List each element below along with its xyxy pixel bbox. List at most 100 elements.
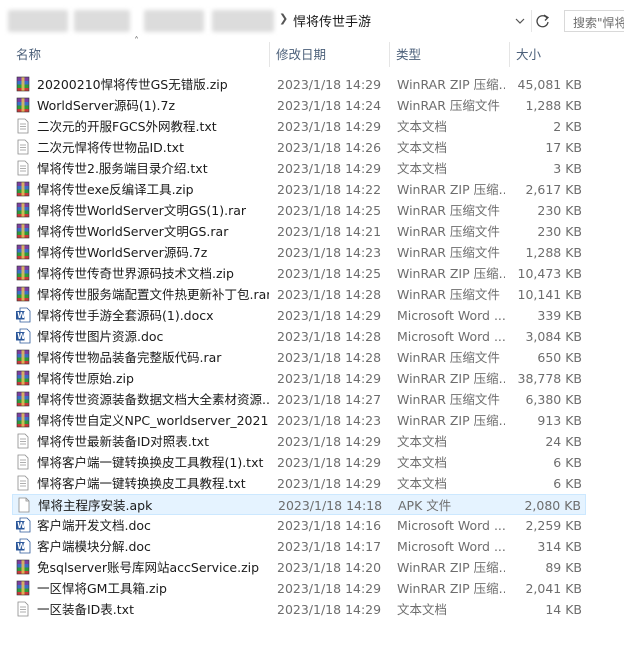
file-date: 2023/1/18 14:17 (277, 539, 382, 554)
file-size: 1,288 KB (525, 245, 582, 260)
file-name: 悍将传世WorldServer文明GS.rar (37, 224, 229, 239)
column-header-name[interactable]: 名称 (10, 42, 270, 67)
file-row[interactable]: 悍将传世exe反编译工具.zip 2023/1/18 14:22 WinRAR ZI… (12, 179, 586, 200)
svg-text:W: W (17, 521, 26, 530)
file-size: 38,778 KB (517, 371, 582, 386)
word-document-icon: W (15, 538, 31, 554)
file-size: 2 KB (553, 119, 582, 134)
file-row[interactable]: 二次元的开服FGCS外网教程.txt 2023/1/18 14:29 文本文档 2 K… (12, 116, 586, 137)
text-document-icon (15, 433, 31, 449)
file-type: 文本文档 (397, 455, 448, 470)
file-size: 45,081 KB (517, 77, 582, 92)
file-date: 2023/1/18 14:20 (277, 560, 382, 575)
file-row[interactable]: 悍将传世服务端配置文件热更新补丁包.rar 2023/1/18 14:28 WinR… (12, 284, 586, 305)
file-type: WinRAR ZIP 压缩... (397, 182, 505, 197)
file-row[interactable]: 悍将传世自定义NPC_worldserver_2021... 2023/1/18 … (12, 410, 586, 431)
winrar-archive-icon (15, 223, 31, 239)
address-bar: ❯ 悍将传世手游 搜索"悍将 (0, 0, 624, 40)
file-name: 悍将主程序安装.apk (38, 498, 153, 513)
blurred-path-segment (144, 10, 204, 32)
file-date: 2023/1/18 14:29 (277, 602, 382, 617)
file-date: 2023/1/18 14:25 (277, 203, 382, 218)
file-row[interactable]: W 客户端开发文档.doc 2023/1/18 14:16 Microsoft Wor… (12, 515, 586, 536)
text-document-icon (15, 160, 31, 176)
file-row[interactable]: 二次元悍将传世物品ID.txt 2023/1/18 14:26 文本文档 17 KB (12, 137, 586, 158)
file-size: 10,141 KB (517, 287, 582, 302)
file-date: 2023/1/18 14:29 (277, 476, 382, 491)
file-type: Microsoft Word ... (397, 539, 505, 554)
file-row[interactable]: W 客户端模块分解.doc 2023/1/18 14:17 Microsoft Wor… (12, 536, 586, 557)
breadcrumb-chevron-icon[interactable]: ❯ (279, 12, 288, 25)
file-row[interactable]: W 悍将传世图片资源.doc 2023/1/18 14:28 Microsoft Wo… (12, 326, 586, 347)
refresh-icon[interactable] (531, 10, 554, 32)
file-row[interactable]: W 悍将传世手游全套源码(1).docx 2023/1/18 14:29 Micros… (12, 305, 586, 326)
file-row[interactable]: 悍将传世最新装备ID对照表.txt 2023/1/18 14:29 文本文档 24 K… (12, 431, 586, 452)
file-name: 免sqlserver账号库网站accService.zip (37, 560, 260, 575)
file-size: 230 KB (537, 203, 582, 218)
file-name: 悍将传世物品装备完整版代码.rar (37, 350, 222, 365)
file-name: 一区装备ID表.txt (37, 602, 134, 617)
file-row[interactable]: 悍将客户端一键转换换皮工具教程.txt 2023/1/18 14:29 文本文档 6 … (12, 473, 586, 494)
text-document-icon (15, 139, 31, 155)
file-name: 悍将传世图片资源.doc (37, 329, 164, 344)
winrar-archive-icon (15, 370, 31, 386)
search-input[interactable]: 搜索"悍将 (564, 10, 624, 32)
file-row[interactable]: 悍将主程序安装.apk 2023/1/18 14:18 APK 文件 2,080 KB (12, 494, 586, 515)
file-type: Microsoft Word ... (397, 329, 505, 344)
column-header-type[interactable]: 类型 (390, 42, 510, 67)
file-row[interactable]: 悍将传世原始.zip 2023/1/18 14:29 WinRAR ZIP 压缩..… (12, 368, 586, 389)
winrar-archive-icon (15, 580, 31, 596)
file-date: 2023/1/18 14:23 (277, 245, 382, 260)
file-name: 悍将传世原始.zip (37, 371, 134, 386)
file-date: 2023/1/18 14:29 (277, 119, 382, 134)
file-name: 一区悍将GM工具箱.zip (37, 581, 167, 596)
address-dropdown-icon[interactable] (512, 14, 528, 28)
file-date: 2023/1/18 14:29 (277, 371, 382, 386)
text-document-icon (15, 475, 31, 491)
file-name: 客户端开发文档.doc (37, 518, 151, 533)
file-type: WinRAR 压缩文件 (397, 245, 500, 260)
file-row[interactable]: 免sqlserver账号库网站accService.zip 2023/1/18 1… (12, 557, 586, 578)
file-type: WinRAR 压缩文件 (397, 350, 500, 365)
svg-text:W: W (17, 311, 26, 320)
file-type: WinRAR ZIP 压缩... (397, 560, 505, 575)
file-row[interactable]: 悍将传世物品装备完整版代码.rar 2023/1/18 14:28 WinRAR 压… (12, 347, 586, 368)
file-size: 6 KB (553, 455, 582, 470)
winrar-archive-icon (15, 391, 31, 407)
breadcrumb-current-folder[interactable]: 悍将传世手游 (293, 11, 371, 30)
file-row[interactable]: 悍将客户端一键转换换皮工具教程(1).txt 2023/1/18 14:29 文本文… (12, 452, 586, 473)
text-document-icon (15, 118, 31, 134)
file-size: 2,259 KB (525, 518, 582, 533)
file-row[interactable]: 悍将传世WorldServer文明GS(1).rar 2023/1/18 14:2… (12, 200, 586, 221)
winrar-archive-icon (15, 244, 31, 260)
file-size: 2,041 KB (525, 581, 582, 596)
file-row[interactable]: 悍将传世传奇世界源码技术文档.zip 2023/1/18 14:25 WinRAR … (12, 263, 586, 284)
file-size: 6 KB (553, 476, 582, 491)
column-header-date[interactable]: 修改日期 (270, 42, 390, 67)
file-row[interactable]: 一区悍将GM工具箱.zip 2023/1/18 14:29 WinRAR ZIP 压… (12, 578, 586, 599)
file-row[interactable]: WorldServer源码(1).7z 2023/1/18 14:24 WinRAR… (12, 95, 586, 116)
file-size: 913 KB (537, 413, 582, 428)
file-type: 文本文档 (397, 161, 448, 176)
file-type: WinRAR ZIP 压缩... (397, 266, 505, 281)
file-type: WinRAR ZIP 压缩... (397, 371, 505, 386)
file-size: 230 KB (537, 224, 582, 239)
file-type: WinRAR ZIP 压缩... (397, 413, 505, 428)
file-type: 文本文档 (397, 476, 448, 491)
file-name: 悍将客户端一键转换换皮工具教程(1).txt (37, 455, 264, 470)
file-row[interactable]: 悍将传世资源装备数据文档大全素材资源... 2023/1/18 14:27 WinR… (12, 389, 586, 410)
file-date: 2023/1/18 14:23 (277, 413, 382, 428)
file-row[interactable]: 悍将传世WorldServer文明GS.rar 2023/1/18 14:21 Wi… (12, 221, 586, 242)
file-name: 悍将传世手游全套源码(1).docx (37, 308, 214, 323)
file-name: 悍将传世WorldServer源码.7z (37, 245, 208, 260)
svg-text:W: W (17, 332, 26, 341)
file-row[interactable]: 20200210悍将传世GS无错版.zip 2023/1/18 14:29 WinR… (12, 74, 586, 95)
file-row[interactable]: 悍将传世2.服务端目录介绍.txt 2023/1/18 14:29 文本文档 3 KB (12, 158, 586, 179)
file-row[interactable]: 悍将传世WorldServer源码.7z 2023/1/18 14:23 WinRA… (12, 242, 586, 263)
file-date: 2023/1/18 14:29 (277, 77, 382, 92)
file-name: 悍将客户端一键转换换皮工具教程.txt (37, 476, 246, 491)
file-row[interactable]: 一区装备ID表.txt 2023/1/18 14:29 文本文档 14 KB (12, 599, 586, 620)
file-size: 3 KB (553, 161, 582, 176)
column-header-size[interactable]: 大小 (510, 42, 590, 67)
file-size: 339 KB (537, 308, 582, 323)
